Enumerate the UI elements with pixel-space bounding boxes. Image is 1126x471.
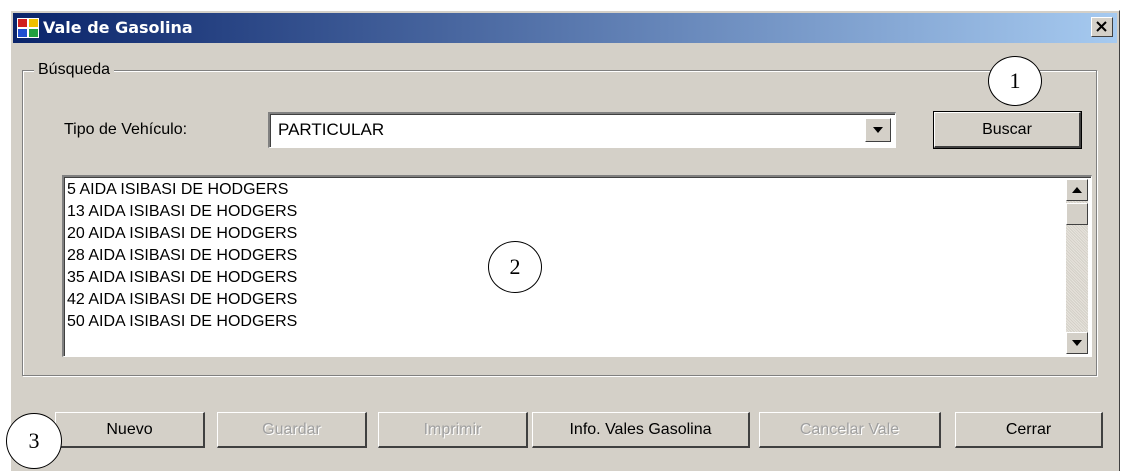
- vehicle-type-label: Tipo de Vehículo:: [64, 121, 188, 138]
- list-item[interactable]: 35 AIDA ISIBASI DE HODGERS: [67, 267, 297, 289]
- nuevo-button[interactable]: Nuevo: [55, 412, 205, 448]
- nuevo-button-label: Nuevo: [106, 420, 153, 438]
- vehicle-type-dropdown-button[interactable]: [865, 118, 891, 142]
- vehicle-type-value: PARTICULAR: [278, 120, 385, 139]
- vertical-scrollbar[interactable]: [1066, 179, 1088, 354]
- close-button[interactable]: [1091, 17, 1113, 37]
- callout-2-label: 2: [509, 254, 521, 279]
- chevron-down-icon: [873, 127, 883, 133]
- callout-1: 1: [988, 56, 1042, 106]
- guardar-button[interactable]: Guardar: [217, 412, 367, 448]
- title-bar[interactable]: Vale de Gasolina: [13, 13, 1117, 43]
- list-item[interactable]: 5 AIDA ISIBASI DE HODGERS: [67, 179, 297, 201]
- list-item[interactable]: 42 AIDA ISIBASI DE HODGERS: [67, 289, 297, 311]
- scroll-down-button[interactable]: [1066, 332, 1088, 354]
- list-item[interactable]: 20 AIDA ISIBASI DE HODGERS: [67, 223, 297, 245]
- cancelar-vale-button[interactable]: Cancelar Vale: [759, 412, 941, 448]
- list-item[interactable]: 28 AIDA ISIBASI DE HODGERS: [67, 245, 297, 267]
- app-window-icon: [17, 18, 39, 38]
- vehicle-type-select[interactable]: PARTICULAR: [268, 112, 896, 148]
- close-icon: [1096, 21, 1107, 32]
- window-title: Vale de Gasolina: [43, 18, 193, 37]
- results-list[interactable]: 5 AIDA ISIBASI DE HODGERS 13 AIDA ISIBAS…: [62, 175, 1092, 357]
- imprimir-button[interactable]: Imprimir: [378, 412, 528, 448]
- scroll-up-arrow-icon: [1072, 187, 1082, 193]
- buscar-button[interactable]: Buscar: [933, 111, 1082, 149]
- scroll-thumb[interactable]: [1066, 203, 1088, 225]
- callout-1-label: 1: [1009, 68, 1021, 93]
- cancelar-vale-button-label: Cancelar Vale: [799, 420, 900, 438]
- scroll-up-button[interactable]: [1066, 179, 1088, 201]
- list-item[interactable]: 50 AIDA ISIBASI DE HODGERS: [67, 311, 297, 333]
- results-items: 5 AIDA ISIBASI DE HODGERS 13 AIDA ISIBAS…: [67, 179, 297, 333]
- callout-3-label: 3: [28, 428, 40, 453]
- imprimir-button-label: Imprimir: [423, 420, 482, 438]
- callout-3: 3: [6, 413, 62, 469]
- scroll-down-arrow-icon: [1072, 340, 1082, 346]
- search-group-label: Búsqueda: [34, 60, 115, 80]
- info-vales-gasolina-button[interactable]: Info. Vales Gasolina: [532, 412, 750, 448]
- list-item[interactable]: 13 AIDA ISIBASI DE HODGERS: [67, 201, 297, 223]
- cerrar-button[interactable]: Cerrar: [955, 412, 1103, 448]
- info-vales-gasolina-button-label: Info. Vales Gasolina: [569, 420, 712, 438]
- guardar-button-label: Guardar: [262, 420, 321, 438]
- callout-2: 2: [488, 241, 542, 293]
- cerrar-button-label: Cerrar: [1005, 420, 1052, 438]
- buscar-button-label: Buscar: [982, 120, 1032, 138]
